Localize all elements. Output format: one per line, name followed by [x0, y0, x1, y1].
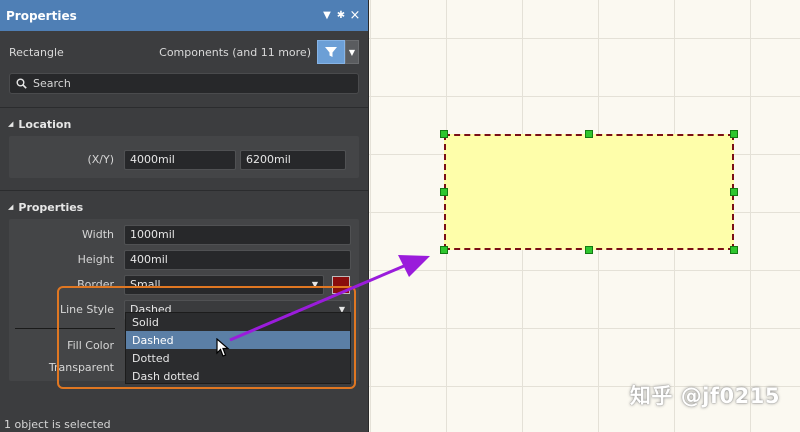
line-style-option-solid[interactable]: Solid	[126, 313, 350, 331]
collapse-triangle-icon: ◢	[8, 120, 14, 128]
filter-summary-label: Components (and 11 more)	[159, 45, 311, 59]
border-select-value: Small	[130, 278, 161, 291]
xy-label: (X/Y)	[87, 153, 114, 166]
resize-handle-bottom-right[interactable]	[730, 246, 738, 254]
line-style-option-dotted[interactable]: Dotted	[126, 349, 350, 367]
location-row: (X/Y) 4000mil 6200mil	[9, 147, 359, 172]
collapse-triangle-icon: ◢	[8, 203, 14, 211]
panel-titlebar: Properties ▼ ✱ ×	[0, 0, 368, 31]
divider	[0, 107, 368, 108]
status-text: 1 object is selected	[4, 418, 111, 431]
section-location-header[interactable]: ◢ Location	[0, 112, 368, 136]
resize-handle-bottom-left[interactable]	[440, 246, 448, 254]
line-style-label: Line Style	[59, 303, 114, 316]
height-label: Height	[77, 253, 114, 266]
watermark: 知乎 @jf0215	[629, 384, 780, 408]
separator-line	[15, 328, 115, 329]
line-style-option-dashed[interactable]: Dashed	[126, 331, 350, 349]
panel-title: Properties	[6, 8, 77, 23]
mouse-cursor-icon	[216, 338, 230, 357]
height-field[interactable]: 400mil	[124, 249, 351, 270]
pin-icon[interactable]: ✱	[334, 10, 348, 21]
width-field[interactable]: 1000mil	[124, 224, 351, 245]
x-field[interactable]: 4000mil	[124, 149, 236, 170]
search-box[interactable]	[9, 73, 359, 94]
resize-handle-bottom[interactable]	[585, 246, 593, 254]
fill-color-label: Fill Color	[67, 339, 114, 352]
chevron-down-icon: ▼	[348, 47, 356, 57]
search-icon	[16, 78, 27, 89]
filter-dropdown-button[interactable]: ▼	[345, 40, 359, 64]
height-row: Height 400mil	[9, 247, 359, 272]
close-icon[interactable]: ×	[348, 8, 362, 23]
resize-handle-top[interactable]	[585, 130, 593, 138]
filter-button[interactable]	[317, 40, 345, 64]
border-select[interactable]: Small ▼	[124, 274, 324, 295]
filter-icon	[325, 47, 337, 57]
y-field[interactable]: 6200mil	[240, 149, 346, 170]
rectangle-shape[interactable]	[444, 134, 734, 250]
width-label: Width	[82, 228, 114, 241]
section-properties-header[interactable]: ◢ Properties	[0, 195, 368, 219]
divider	[0, 190, 368, 191]
chevron-down-icon: ▼	[311, 280, 318, 289]
resize-handle-top-right[interactable]	[730, 130, 738, 138]
location-section: (X/Y) 4000mil 6200mil	[9, 136, 359, 178]
object-row: Rectangle Components (and 11 more) ▼	[0, 31, 368, 73]
resize-handle-right[interactable]	[730, 188, 738, 196]
section-properties-title: Properties	[18, 200, 84, 214]
resize-handle-top-left[interactable]	[440, 130, 448, 138]
border-label: Border	[77, 278, 114, 291]
panel-menu-icon[interactable]: ▼	[320, 10, 334, 21]
object-type-label: Rectangle	[9, 45, 64, 59]
section-location-title: Location	[18, 117, 72, 131]
resize-handle-left[interactable]	[440, 188, 448, 196]
width-row: Width 1000mil	[9, 222, 359, 247]
line-style-option-dash-dotted[interactable]: Dash dotted	[126, 367, 350, 385]
border-row: Border Small ▼	[9, 272, 359, 297]
line-style-dropdown[interactable]: Solid Dashed Dotted Dash dotted	[125, 312, 351, 384]
schematic-canvas[interactable]: 知乎 @jf0215	[369, 0, 800, 432]
border-color-swatch[interactable]	[332, 275, 350, 294]
transparent-label: Transparent	[48, 360, 114, 374]
search-input[interactable]	[33, 77, 333, 90]
